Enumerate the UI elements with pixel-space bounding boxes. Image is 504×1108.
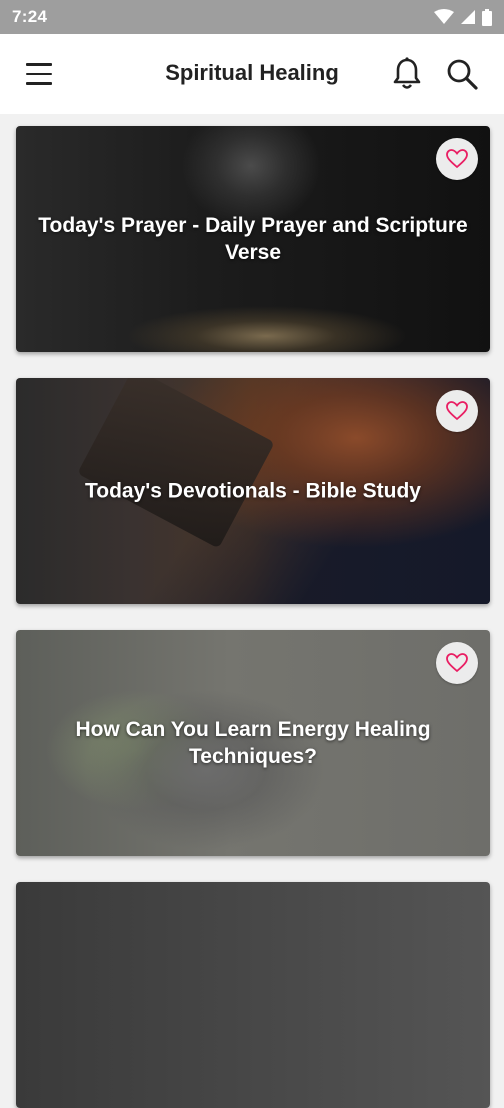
app-bar: Spiritual Healing (0, 34, 504, 114)
article-card[interactable]: Today's Devotionals - Bible Study (16, 378, 490, 604)
article-card[interactable] (16, 882, 490, 1108)
status-time: 7:24 (12, 7, 48, 26)
card-title: How Can You Learn Energy Healing Techniq… (75, 718, 431, 768)
wifi-icon (434, 9, 454, 24)
bell-icon (393, 57, 421, 89)
card-title: Today's Devotionals - Bible Study (85, 479, 421, 503)
notifications-button[interactable] (390, 56, 424, 92)
app-title: Spiritual Healing (165, 60, 339, 85)
status-icons (434, 8, 492, 26)
card-image (16, 882, 490, 1108)
search-button[interactable] (444, 56, 480, 92)
status-bar: 7:24 (0, 0, 504, 34)
favorite-button[interactable] (436, 390, 478, 432)
battery-icon (482, 8, 492, 26)
signal-icon (461, 10, 475, 24)
heart-icon (446, 653, 468, 673)
heart-icon (446, 149, 468, 169)
favorite-button[interactable] (436, 138, 478, 180)
search-icon (447, 59, 478, 90)
favorite-button[interactable] (436, 642, 478, 684)
heart-icon (446, 401, 468, 421)
article-card[interactable]: Today's Prayer - Daily Prayer and Script… (16, 126, 490, 352)
card-title: Today's Prayer - Daily Prayer and Script… (38, 214, 468, 264)
article-card[interactable]: How Can You Learn Energy Healing Techniq… (16, 630, 490, 856)
